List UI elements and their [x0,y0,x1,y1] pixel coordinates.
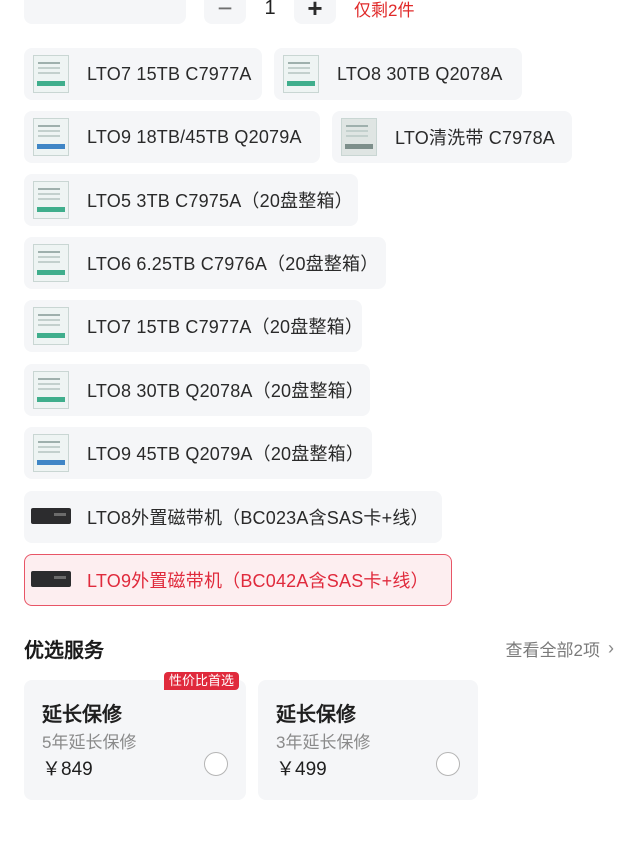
quantity-value[interactable]: 1 [260,0,280,24]
option-label: LTO9外置磁带机（BC042A含SAS卡+线） [87,571,429,591]
service-subtitle: 5年延长保修 [42,733,137,752]
option-lto7-15tb[interactable]: LTO7 15TB C7977A [24,48,262,100]
service-price: ￥499 [276,759,327,780]
view-all-services-link[interactable]: 查看全部2项 › [506,636,614,661]
service-radio[interactable] [436,752,460,776]
tape-cartridge-icon [29,370,73,410]
tape-cartridge-icon [279,54,323,94]
option-label: LTO6 6.25TB C7976A（20盘整箱） [87,254,379,274]
option-label: LTO8外置磁带机（BC023A含SAS卡+线） [87,508,429,528]
option-label: LTO9 18TB/45TB Q2079A [87,126,302,147]
cleaning-tape-icon [337,117,381,157]
tape-cartridge-icon [29,54,73,94]
services-section-title: 优选服务 [24,640,104,662]
service-title: 延长保修 [42,704,122,726]
tape-cartridge-icon [29,180,73,220]
option-lto8-external-drive[interactable]: LTO8外置磁带机（BC023A含SAS卡+线） [24,491,442,543]
option-label: LTO8 30TB Q2078A（20盘整箱） [87,381,365,401]
option-lto7-box[interactable]: LTO7 15TB C7977A（20盘整箱） [24,300,363,352]
tape-cartridge-icon [29,117,73,157]
service-radio[interactable] [204,752,228,776]
option-lto6-box[interactable]: LTO6 6.25TB C7976A（20盘整箱） [24,237,386,289]
service-card-5yr[interactable]: 延长保修 5年延长保修 ￥849 [24,680,246,800]
service-card-3yr[interactable]: 延长保修 3年延长保修 ￥499 [258,680,478,800]
value-badge: 性价比首选 [164,672,240,690]
option-label: LTO5 3TB C7975A（20盘整箱） [87,191,353,211]
tape-cartridge-icon [29,306,73,346]
option-lto9-18-45tb[interactable]: LTO9 18TB/45TB Q2079A [24,111,320,163]
quantity-row: − 1 + 仅剩2件 [0,0,640,24]
option-label: LTO8 30TB Q2078A [337,63,503,84]
tape-cartridge-icon [29,243,73,283]
option-lto9-box[interactable]: LTO9 45TB Q2079A（20盘整箱） [24,427,372,479]
increase-quantity-button[interactable]: + [294,0,336,24]
option-lto5-box[interactable]: LTO5 3TB C7975A（20盘整箱） [24,174,358,226]
tape-cartridge-icon [29,433,73,473]
decrease-quantity-button[interactable]: − [204,0,246,24]
option-lto8-box[interactable]: LTO8 30TB Q2078A（20盘整箱） [24,364,370,416]
option-label: LTO7 15TB C7977A [87,63,252,84]
service-title: 延长保修 [276,704,356,726]
option-label: LTO7 15TB C7977A（20盘整箱） [87,317,364,337]
option-label: LTO清洗带 C7978A [395,128,555,148]
tape-drive-icon [29,497,73,537]
service-subtitle: 3年延长保修 [276,733,371,752]
option-label: LTO9 45TB Q2079A（20盘整箱） [87,444,365,464]
option-cleaning-tape[interactable]: LTO清洗带 C7978A [332,111,572,163]
option-lto8-30tb[interactable]: LTO8 30TB Q2078A [274,48,522,100]
service-price: ￥849 [42,759,93,780]
option-lto9-external-drive[interactable]: LTO9外置磁带机（BC042A含SAS卡+线） [24,554,452,606]
chevron-right-icon: › [608,638,614,658]
spec-box[interactable] [24,0,186,24]
view-all-label: 查看全部2项 [505,641,600,660]
stock-note: 仅剩2件 [354,0,415,20]
tape-drive-icon [29,560,73,600]
